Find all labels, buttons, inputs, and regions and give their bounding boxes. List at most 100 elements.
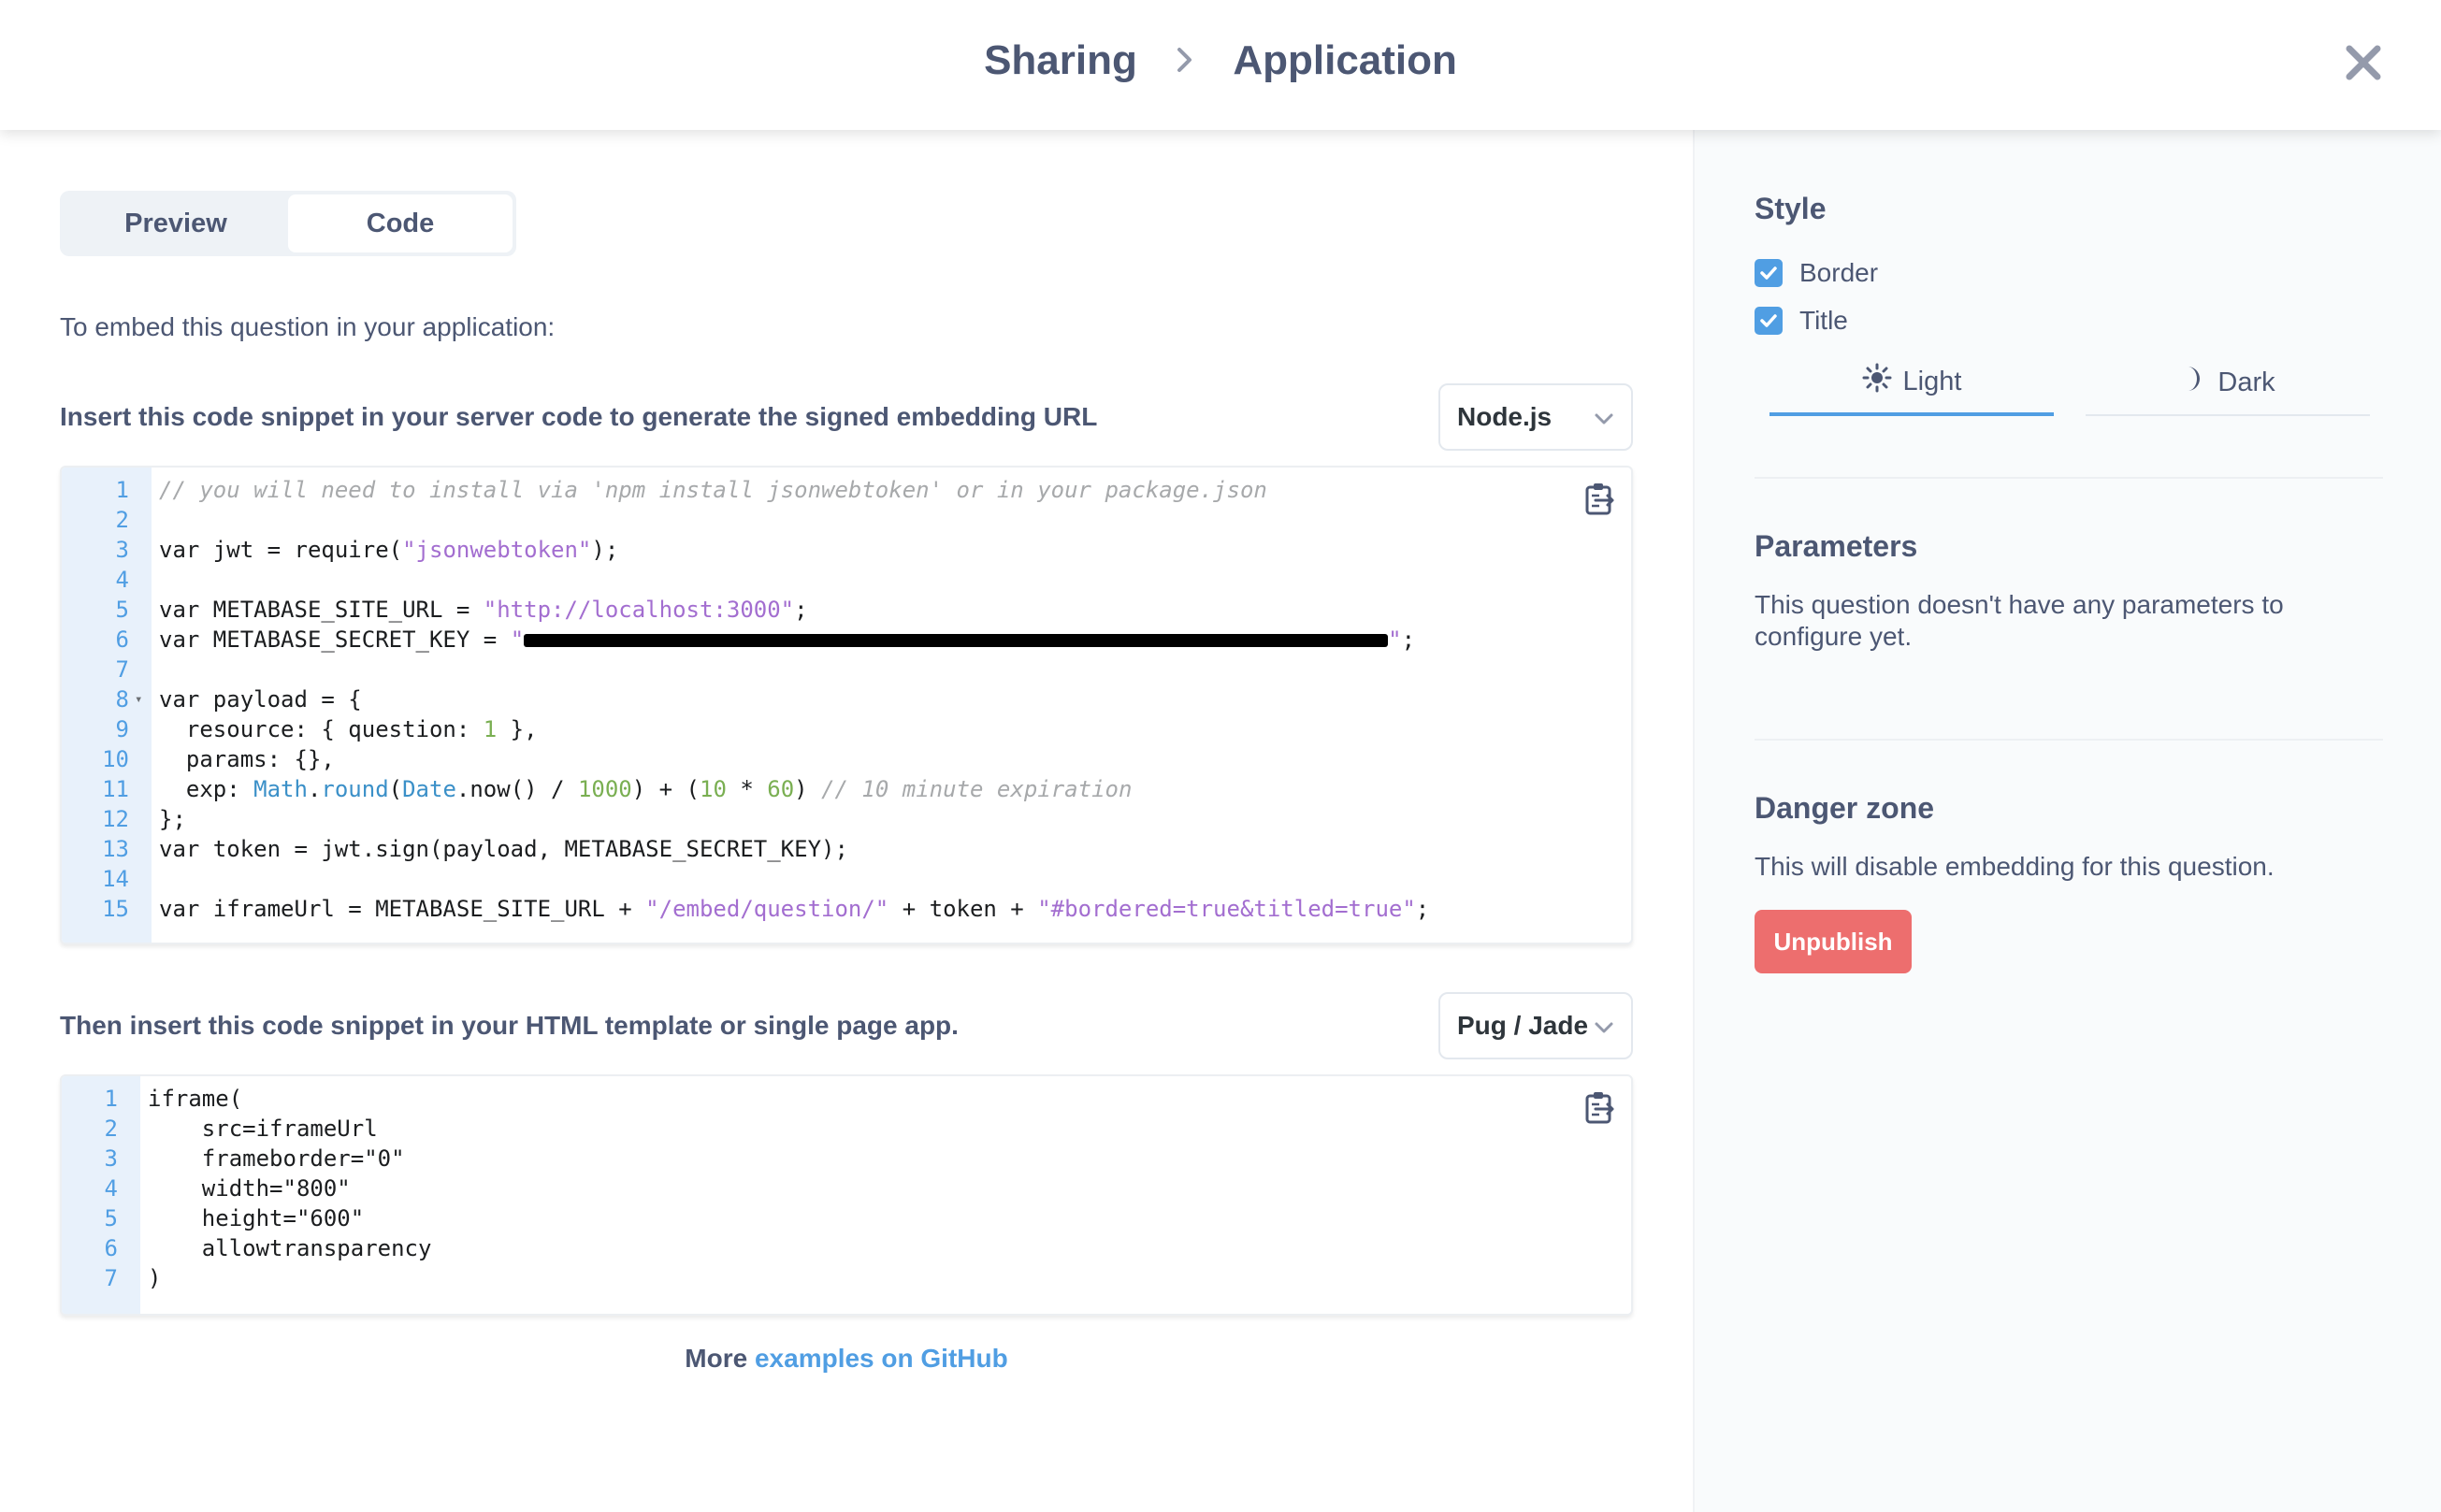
code-token: var METABASE_SECRET_KEY = (159, 626, 511, 653)
theme-dark-tab[interactable]: Dark (2086, 351, 2370, 416)
tab-code[interactable]: Code (288, 194, 513, 252)
embed-code-panel: Preview Code To embed this question in y… (0, 130, 1693, 1512)
code-line: iframe( (148, 1086, 243, 1112)
line-number: 6 (115, 626, 129, 653)
code-token: exp: (159, 776, 254, 802)
code-token: "/embed/question/" (645, 896, 889, 922)
line-number: 7 (104, 1265, 118, 1291)
modal-header: Sharing Application (0, 0, 2441, 130)
section-divider (1755, 739, 2383, 741)
breadcrumb-sharing[interactable]: Sharing (984, 37, 1137, 84)
code-token: 1000 (577, 776, 632, 802)
html-snippet-label: Then insert this code snippet in your HT… (60, 1011, 959, 1040)
code-line: var iframeUrl = METABASE_SITE_URL + "/em… (159, 894, 1429, 924)
copy-clipboard-icon[interactable] (1584, 481, 1616, 516)
code-token: resource: { question: (159, 716, 484, 742)
line-number: 14 (102, 866, 129, 892)
code-line: var token = jwt.sign(payload, METABASE_S… (159, 836, 848, 862)
chevron-down-icon (1594, 1011, 1614, 1041)
danger-zone-text: This will disable embedding for this que… (1755, 852, 2275, 881)
code-token: "http://localhost:3000" (483, 597, 795, 623)
server-language-value: Node.js (1457, 402, 1553, 431)
line-number: 12 (102, 806, 129, 832)
close-icon[interactable] (2342, 41, 2385, 84)
code-token: "jsonwebtoken" (402, 537, 592, 563)
line-number: 6 (104, 1235, 118, 1261)
checkbox-checked-icon (1755, 307, 1783, 335)
line-number: 5 (115, 597, 129, 623)
html-language-value: Pug / Jade (1457, 1011, 1589, 1040)
title-label: Title (1799, 306, 1848, 335)
copy-clipboard-icon[interactable] (1584, 1089, 1616, 1125)
line-number: 15 (102, 896, 129, 922)
checkbox-checked-icon (1755, 259, 1783, 287)
code-line: frameborder="0" (148, 1145, 405, 1172)
code-line: allowtransparency (148, 1235, 432, 1261)
code-token: ; (794, 597, 808, 623)
line-number: 1 (104, 1086, 118, 1112)
line-number: 2 (104, 1116, 118, 1142)
line-number: 9 (115, 716, 129, 742)
line-number: 3 (104, 1145, 118, 1172)
more-prefix: More (685, 1344, 748, 1373)
code-token: ; (1401, 626, 1416, 653)
code-token: " (1388, 626, 1402, 653)
code-line: // you will need to install via 'npm ins… (159, 477, 1267, 503)
github-examples-link[interactable]: examples on GitHub (755, 1344, 1008, 1373)
line-number: 10 (102, 746, 129, 772)
code-token: round (321, 776, 389, 802)
code-token: var jwt = require( (159, 537, 403, 563)
code-token: ) + ( (631, 776, 700, 802)
code-line: var METABASE_SITE_URL = "http://localhos… (159, 595, 808, 625)
line-number: 4 (115, 567, 129, 593)
redacted-secret-key (524, 634, 1389, 647)
server-code-editor[interactable]: 1 2 3 4 5 6 7 8 ▾ 9 10 11 12 13 14 15 //… (60, 466, 1633, 944)
code-token: }, (497, 716, 538, 742)
danger-zone-heading: Danger zone (1755, 791, 1935, 825)
code-token: .now() / (455, 776, 578, 802)
code-token: . (307, 776, 322, 802)
mode-tabs: Preview Code (60, 191, 516, 256)
code-line: var METABASE_SECRET_KEY = " "; (159, 625, 1415, 655)
code-line: var payload = { (159, 686, 362, 713)
chevron-right-icon (1175, 37, 1195, 84)
line-number: 13 (102, 836, 129, 862)
code-token: " (510, 626, 525, 653)
style-heading: Style (1755, 192, 1827, 225)
line-number: 2 (115, 507, 129, 533)
code-token: // 10 minute expiration (821, 776, 1133, 802)
fold-arrow-icon[interactable]: ▾ (135, 692, 142, 707)
theme-light-tab[interactable]: Light (1769, 351, 2054, 416)
line-number: 1 (115, 477, 129, 503)
code-token: var iframeUrl = METABASE_SITE_URL + (159, 896, 646, 922)
chevron-down-icon (1594, 402, 1614, 432)
code-token: ) (794, 776, 822, 802)
title-checkbox[interactable]: Title (1755, 306, 1848, 336)
code-token: ( (388, 776, 403, 802)
dark-label: Dark (2217, 367, 2275, 397)
code-token: ; (1415, 896, 1430, 922)
border-label: Border (1799, 258, 1879, 287)
code-token: var METABASE_SITE_URL = (159, 597, 484, 623)
html-language-select[interactable]: Pug / Jade (1438, 992, 1633, 1059)
server-language-select[interactable]: Node.js (1438, 383, 1633, 451)
tab-preview[interactable]: Preview (64, 194, 288, 252)
light-label: Light (1902, 366, 1962, 396)
line-number: 4 (104, 1175, 118, 1202)
code-token: Math (253, 776, 308, 802)
settings-sidebar: Style Border Title Light Dark Parameters… (1693, 130, 2441, 1512)
html-code-editor[interactable]: 1 2 3 4 5 6 7 iframe( src=iframeUrl fram… (60, 1074, 1633, 1316)
unpublish-button[interactable]: Unpublish (1755, 910, 1912, 973)
sun-icon (1862, 363, 1903, 400)
breadcrumb-application: Application (1233, 37, 1457, 84)
code-token: Date (402, 776, 456, 802)
more-examples: More examples on GitHub (0, 1344, 1693, 1374)
code-line: params: {}, (159, 746, 335, 772)
code-line: resource: { question: 1 }, (159, 714, 538, 744)
moon-icon (2180, 364, 2217, 401)
code-line: ) (148, 1265, 162, 1291)
breadcrumb: Sharing Application (0, 36, 2441, 84)
code-token: * (726, 776, 768, 802)
border-checkbox[interactable]: Border (1755, 258, 1878, 288)
parameters-heading: Parameters (1755, 529, 1918, 563)
